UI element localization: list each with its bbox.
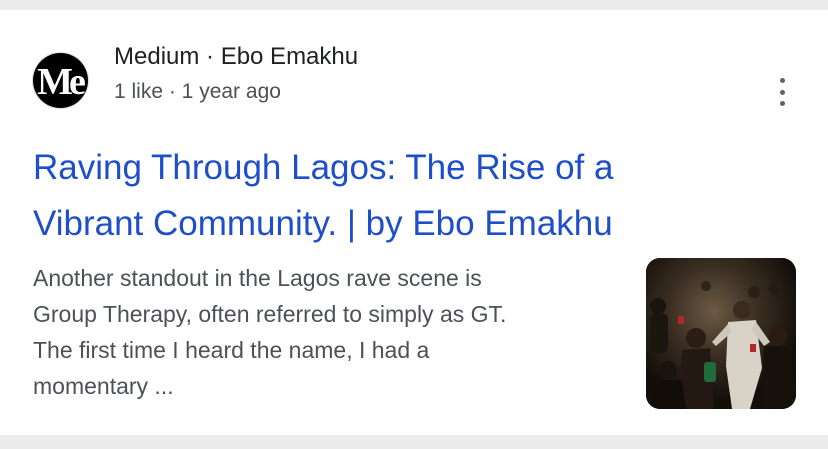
snippet-line: Group Therapy, often referred to simply … xyxy=(33,301,507,327)
result-meta: 1 like · 1 year ago xyxy=(114,80,281,103)
result-title-link[interactable]: Raving Through Lagos: The Rise of a Vibr… xyxy=(33,140,733,252)
menu-dot xyxy=(779,78,785,83)
search-result-card[interactable]: Me Medium · Ebo Emakhu 1 like · 1 year a… xyxy=(0,10,828,435)
snippet-line: Another standout in the Lagos rave scene… xyxy=(33,265,482,291)
title-line: Vibrant Community. | by Ebo Emakhu xyxy=(33,204,613,243)
result-snippet: Another standout in the Lagos rave scene… xyxy=(33,260,623,404)
logo-text: Me xyxy=(37,60,86,103)
menu-dot xyxy=(779,89,785,95)
title-line: Raving Through Lagos: The Rise of a xyxy=(33,148,614,187)
more-vert-icon[interactable] xyxy=(770,72,794,112)
medium-logo: Me xyxy=(33,53,88,108)
result-source[interactable]: Medium · Ebo Emakhu xyxy=(114,43,358,71)
party-crowd-photo xyxy=(646,258,796,409)
result-thumbnail[interactable] xyxy=(646,258,796,409)
menu-dot xyxy=(779,101,785,106)
snippet-line: momentary ... xyxy=(33,373,174,399)
snippet-line: The first time I heard the name, I had a xyxy=(33,337,430,363)
